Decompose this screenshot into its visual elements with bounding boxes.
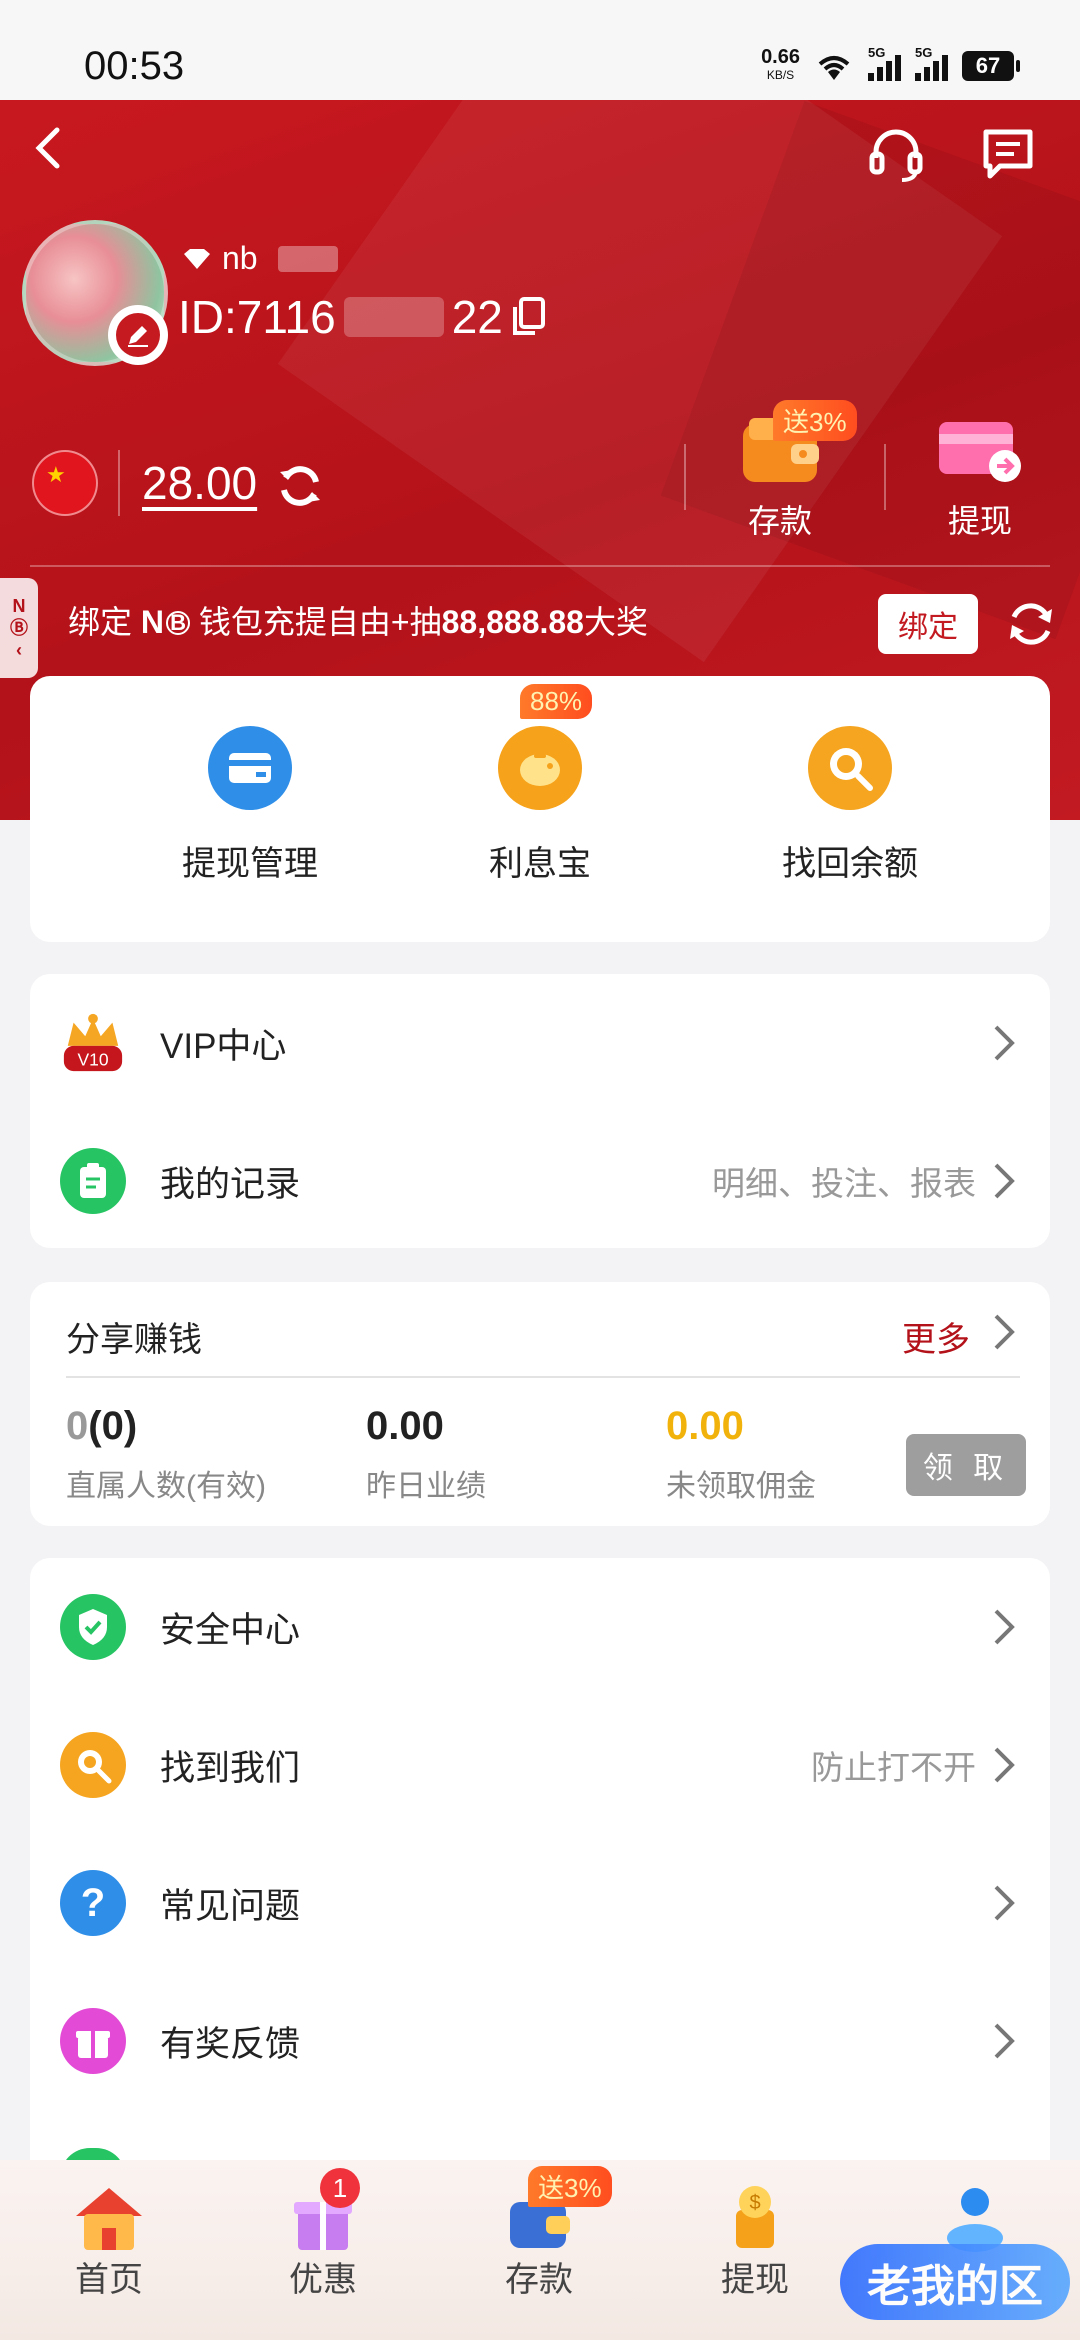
- refresh-balance-icon[interactable]: [276, 462, 324, 510]
- chevron-right-icon: [994, 1885, 1015, 1921]
- security-center-row[interactable]: 安全中心: [30, 1558, 1050, 1696]
- tab-promotions[interactable]: 1 优惠: [248, 2168, 398, 2301]
- search-icon: [60, 1732, 126, 1798]
- battery-icon: 67: [962, 51, 1020, 81]
- edit-avatar-button[interactable]: [108, 305, 168, 365]
- feedback-row[interactable]: 有奖反馈: [30, 1972, 1050, 2110]
- copy-icon[interactable]: [511, 297, 547, 337]
- customer-service-button[interactable]: [864, 122, 928, 186]
- recover-balance-button[interactable]: 找回余额: [740, 726, 960, 885]
- username: nb: [182, 240, 338, 277]
- sync-icon[interactable]: [1004, 597, 1058, 651]
- wallet-icon: 送3%: [496, 2166, 612, 2256]
- watermark-logo: 老我的区: [840, 2244, 1070, 2320]
- crown-icon: V10: [60, 1010, 126, 1076]
- net-speed: 0.66 KB/S: [761, 46, 800, 82]
- back-button[interactable]: [20, 120, 76, 176]
- clipboard-icon: [60, 1148, 126, 1214]
- faq-row[interactable]: ? 常见问题: [30, 1834, 1050, 1972]
- status-bar: 00:53 0.66 KB/S 5G 5G 67: [0, 0, 1080, 100]
- house-icon: [66, 2180, 152, 2256]
- signal-icon-2: 5G: [915, 45, 948, 81]
- share-more-link[interactable]: 更多: [902, 1312, 970, 1361]
- signal-icon-1: 5G: [868, 45, 901, 81]
- promo-count-badge: 1: [320, 2168, 360, 2208]
- yesterday-performance-stat: 0.00 昨日业绩: [366, 1404, 486, 1503]
- card-icon: [939, 422, 1021, 482]
- search-coin-icon: [808, 726, 892, 810]
- pencil-icon: [128, 326, 148, 347]
- chevron-right-icon: [994, 1314, 1015, 1350]
- side-wallet-tab[interactable]: N Ⓑ ‹: [0, 578, 38, 678]
- coin-cup-icon: $: [712, 2180, 798, 2256]
- svg-text:$: $: [749, 2192, 760, 2214]
- piggy-bank-icon: 88%: [498, 684, 593, 810]
- shield-icon: [60, 1594, 126, 1660]
- question-icon: ?: [60, 1870, 126, 1936]
- claim-button[interactable]: 领 取: [906, 1434, 1026, 1496]
- share-earn-card: 分享赚钱 更多 0(0) 直属人数(有效) 0.00 昨日业绩 0.00 未领取…: [30, 1282, 1050, 1526]
- find-us-row[interactable]: 找到我们 防止打不开: [30, 1696, 1050, 1834]
- deposit-button[interactable]: 送3% 存款: [720, 400, 857, 542]
- tab-home[interactable]: 首页: [34, 2180, 184, 2301]
- vip-center-row[interactable]: V10 VIP中心: [30, 974, 1050, 1112]
- diamond-icon: [184, 248, 210, 269]
- tab-deposit-bonus-badge: 送3%: [528, 2166, 612, 2207]
- chevron-right-icon: [994, 1025, 1015, 1061]
- unclaimed-commission-stat: 0.00 未领取佣金: [666, 1404, 816, 1503]
- chevron-right-icon: [994, 1747, 1015, 1783]
- deposit-bonus-badge: 送3%: [773, 400, 857, 441]
- status-icons: 0.66 KB/S 5G 5G 67: [761, 45, 1020, 84]
- balance-amount: 28.00: [142, 457, 258, 509]
- menu-card-vip: V10 VIP中心 我的记录 明细、投注、报表: [30, 974, 1050, 1248]
- message-icon: [983, 129, 1033, 179]
- bank-card-icon: [208, 726, 292, 810]
- gift-box-icon: 1: [280, 2168, 366, 2256]
- menu-card-support: 安全中心 找到我们 防止打不开 ? 常见问题 有奖反馈: [30, 1558, 1050, 2198]
- chevron-right-icon: [994, 1163, 1015, 1199]
- interest-treasure-button[interactable]: 88% 利息宝: [430, 684, 650, 885]
- direct-members-stat: 0(0) 直属人数(有效): [66, 1404, 266, 1503]
- interest-rate-badge: 88%: [520, 684, 593, 719]
- chevron-right-icon: [994, 2023, 1015, 2059]
- quick-actions-card: 提现管理 88% 利息宝 找回余额: [30, 676, 1050, 942]
- gift-icon: [60, 2008, 126, 2074]
- withdraw-button[interactable]: 提现: [920, 408, 1040, 542]
- wifi-icon: [818, 56, 850, 80]
- promo-banner-text: 绑定 NB 钱包充提自由+抽88,888.88大奖: [68, 604, 648, 640]
- status-time: 00:53: [84, 44, 185, 88]
- tab-withdraw[interactable]: $ 提现: [680, 2180, 830, 2301]
- my-records-row[interactable]: 我的记录 明细、投注、报表: [30, 1112, 1050, 1250]
- chevron-left-icon: [35, 127, 60, 169]
- svg-text:V10: V10: [77, 1049, 108, 1069]
- user-id: ID:7116 22: [178, 290, 547, 344]
- china-flag-icon: ★: [32, 450, 98, 516]
- headset-icon: [869, 129, 923, 182]
- bind-wallet-button[interactable]: 绑定: [878, 594, 978, 654]
- chevron-right-icon: [994, 1609, 1015, 1645]
- messages-button[interactable]: [976, 122, 1040, 186]
- tab-deposit[interactable]: 送3% 存款: [464, 2166, 614, 2301]
- withdraw-management-button[interactable]: 提现管理: [140, 726, 360, 885]
